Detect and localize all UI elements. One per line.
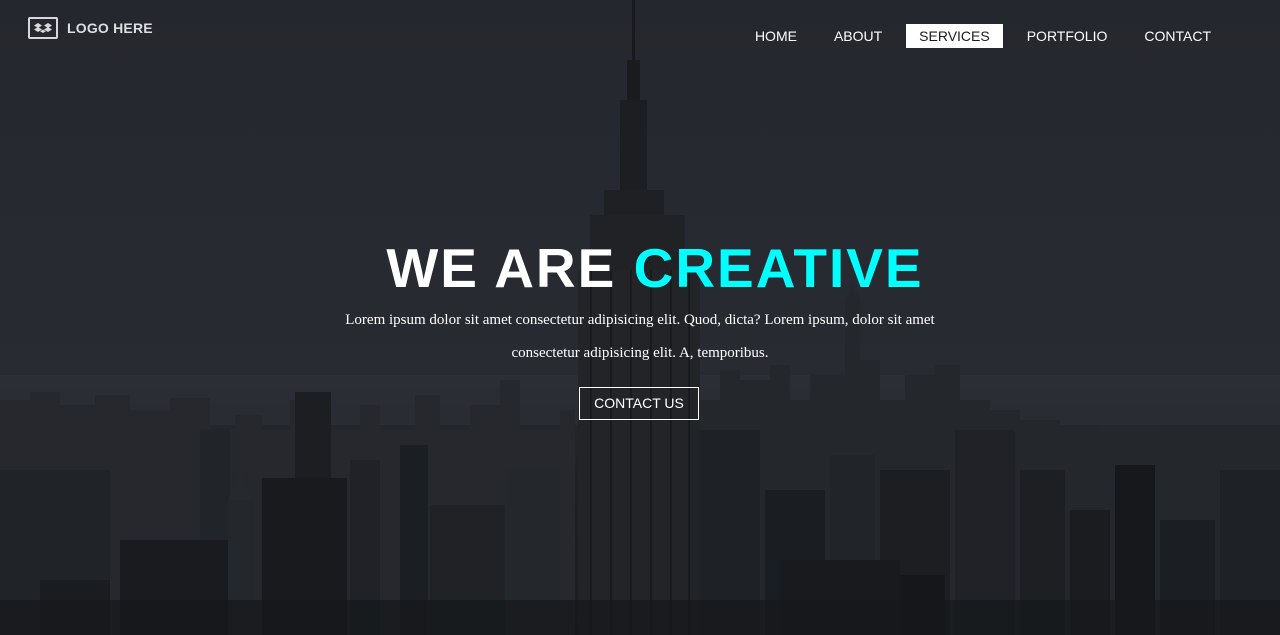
nav-item-about[interactable]: ABOUT (821, 24, 895, 48)
nav-item-home[interactable]: HOME (742, 24, 810, 48)
contact-us-button[interactable]: CONTACT US (579, 387, 699, 420)
nav-item-portfolio[interactable]: PORTFOLIO (1014, 24, 1121, 48)
headline-white-text: WE ARE (386, 237, 617, 299)
nav-item-services[interactable]: SERVICES (906, 24, 1003, 48)
headline-accent-text: CREATIVE (633, 237, 924, 299)
logo[interactable]: LOGO HERE (28, 17, 153, 39)
hero-description-line-2: consectetur adipisicing elit. A, tempori… (511, 345, 769, 361)
nav-item-contact[interactable]: CONTACT (1131, 24, 1224, 48)
hero-headline: WE ARE CREATIVE (15, 236, 1280, 300)
hero-section: LOGO HERE HOME ABOUT SERVICES PORTFOLIO … (0, 0, 1280, 635)
hero-description-line-1: Lorem ipsum dolor sit amet consectetur a… (345, 312, 935, 328)
main-nav: HOME ABOUT SERVICES PORTFOLIO CONTACT (731, 24, 1224, 48)
hero-description: Lorem ipsum dolor sit amet consectetur a… (310, 304, 970, 370)
dropbox-box-icon (28, 17, 58, 39)
logo-text: LOGO HERE (67, 20, 153, 36)
